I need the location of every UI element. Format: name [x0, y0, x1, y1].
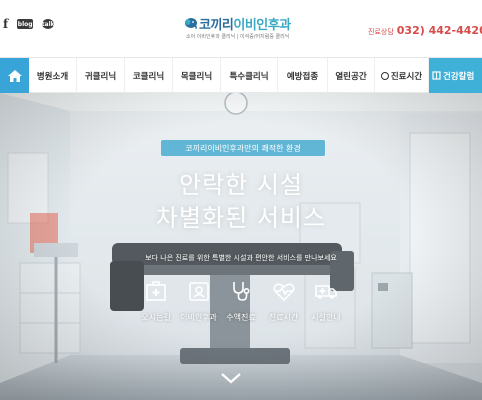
nav-item-label: 코클리닉: [132, 71, 165, 82]
nav-item-label: 진료시간: [390, 71, 423, 82]
logo-title-part2: 이비인후과: [233, 18, 291, 33]
service-item-hours[interactable]: 진료시간: [264, 279, 304, 323]
elephant-logo-icon: [185, 18, 197, 29]
service-item-facilities[interactable]: 시설안내: [306, 279, 346, 323]
nav-item-vaccination[interactable]: 예방접종: [278, 58, 328, 93]
service-label: 오시는길: [141, 313, 171, 322]
logo[interactable]: 코끼리이비인후과 소아 이비인후과 클리닉 | 이석증/어지럼증 클리닉: [180, 12, 310, 44]
nav-item-throat-clinic[interactable]: 목클리닉: [173, 58, 221, 93]
chevron-down-icon: [221, 373, 241, 384]
hero-headline-line1: 안락한 시설: [178, 171, 304, 199]
nav-item-ear-clinic[interactable]: 귀클리닉: [77, 58, 125, 93]
hero-badge: 코끼리이비인후과만의 쾌적한 환경: [161, 140, 325, 156]
nav-item-label: 예방접종: [286, 71, 319, 82]
phone-number: 032) 442-4420: [396, 24, 482, 37]
phone-label: 진료상담: [368, 28, 394, 36]
book-icon: [432, 71, 441, 80]
service-label: 진료시간: [268, 313, 299, 322]
logo-title: 코끼리이비인후과: [199, 14, 291, 33]
service-links: 오시는길 이비인후과 수액진료 진료시간 시설안내: [136, 279, 346, 323]
nav-item-open-space[interactable]: 열린공간: [328, 58, 375, 93]
heartbeat-icon: [272, 283, 295, 302]
nav-item-label: 목클리닉: [180, 71, 213, 82]
nav-items: 병원소개 귀클리닉 코클리닉 목클리닉 특수클리닉 예방접종 열린공간 진료시간: [29, 58, 429, 93]
ambulance-icon: [315, 285, 337, 299]
hero-subtext: 보다 나은 진료를 위한 특별한 시설과 편안한 서비스를 만나보세요: [145, 254, 337, 262]
home-icon: [7, 69, 22, 82]
nav-item-hours[interactable]: 진료시간: [375, 58, 429, 93]
id-card-icon: [188, 282, 209, 301]
nav-item-label: 병원소개: [36, 71, 69, 82]
hero-headline-line2: 차별화된 서비스: [155, 204, 327, 232]
kakao-talk-icon[interactable]: talk: [42, 19, 55, 29]
nav-item-special-clinic[interactable]: 특수클리닉: [221, 58, 278, 93]
nav-item-nose-clinic[interactable]: 코클리닉: [125, 58, 173, 93]
service-label: 이비인후과: [180, 313, 217, 322]
stethoscope-icon: [233, 282, 250, 301]
social-links: f blog talk: [3, 17, 55, 31]
health-column-button[interactable]: 건강칼럼: [429, 58, 482, 93]
clinic-cross-icon: [146, 281, 166, 301]
clock-icon: [380, 71, 389, 80]
nav-item-label: 특수클리닉: [229, 71, 269, 82]
page: f blog talk 코끼리이비인후과 소아 이비인후과 클리닉 | 이석증/…: [0, 0, 482, 400]
facebook-icon[interactable]: f: [3, 17, 8, 31]
service-item-directions[interactable]: 오시는길: [136, 279, 176, 323]
hero-banner: 코끼리이비인후과만의 쾌적한 환경 안락한 시설 차별화된 서비스 보다 나은 …: [0, 93, 482, 400]
service-item-iv-therapy[interactable]: 수액진료: [221, 279, 261, 323]
service-label: 시설안내: [311, 313, 341, 322]
logo-subtitle: 소아 이비인후과 클리닉 | 이석증/어지럼증 클리닉: [186, 34, 290, 40]
top-bar: f blog talk 코끼리이비인후과 소아 이비인후과 클리닉 | 이석증/…: [0, 0, 482, 57]
service-label: 수액진료: [226, 313, 256, 322]
nav-item-hospital-intro[interactable]: 병원소개: [29, 58, 77, 93]
nav-item-label: 귀클리닉: [84, 71, 117, 82]
phone-contact[interactable]: 진료상담 032) 442-4420: [368, 19, 482, 38]
main-nav: 병원소개 귀클리닉 코클리닉 목클리닉 특수클리닉 예방접종 열린공간 진료시간…: [0, 57, 482, 93]
service-item-ent[interactable]: 이비인후과: [179, 279, 219, 323]
scroll-down-button[interactable]: [219, 370, 243, 386]
health-column-label: 건강칼럼: [443, 71, 475, 82]
nav-item-label: 열린공간: [335, 71, 367, 82]
blog-icon[interactable]: blog: [17, 19, 34, 29]
logo-title-part1: 코끼리: [199, 18, 234, 33]
home-button[interactable]: [0, 58, 29, 93]
